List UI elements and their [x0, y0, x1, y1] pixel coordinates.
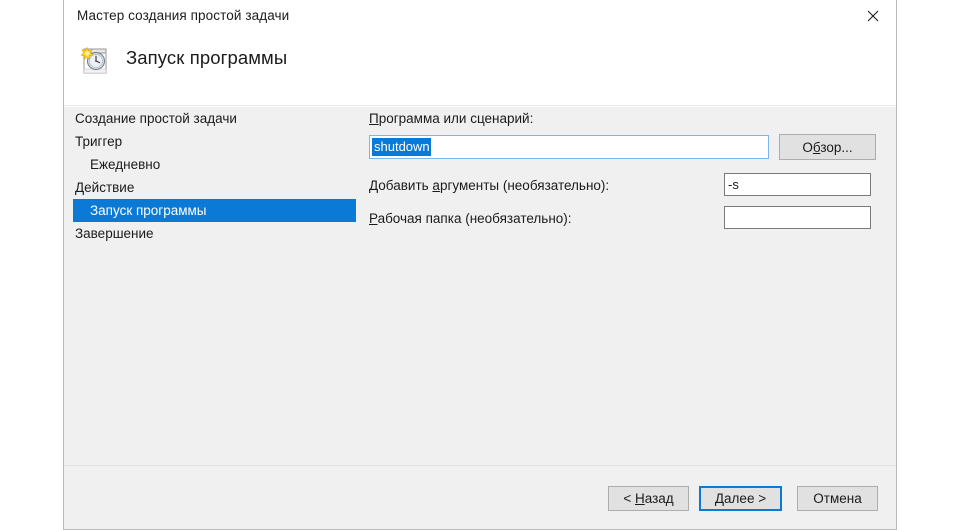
arguments-label-pre: Добавить: [369, 178, 433, 193]
next-button[interactable]: Далее >: [699, 486, 782, 511]
scheduled-task-icon: [75, 41, 115, 81]
workdir-label-text: абочая папка (необязательно):: [377, 211, 572, 226]
arguments-label-accelerator: а: [432, 178, 440, 193]
program-label-text: рограмма или сценарий:: [378, 111, 534, 126]
close-icon[interactable]: [850, 0, 896, 31]
sidebar-item-create-task[interactable]: Создание простой задачи: [64, 107, 364, 130]
sidebar-item-start-program[interactable]: Запуск программы: [73, 199, 356, 222]
browse-label-post: зор...: [820, 139, 853, 155]
workdir-label-accelerator: Р: [369, 211, 378, 226]
arguments-input[interactable]: [724, 173, 871, 196]
header-divider: [64, 105, 896, 106]
back-label-post: азад: [644, 491, 674, 506]
title-bar: Мастер создания простой задачи: [64, 0, 896, 34]
task-wizard-dialog: Мастер создания простой задачи Запуск пр…: [63, 0, 897, 530]
wizard-steps: Создание простой задачи Триггер Ежедневн…: [64, 107, 364, 245]
program-input[interactable]: shutdown: [369, 135, 769, 159]
workdir-input[interactable]: [724, 206, 871, 229]
program-label-accelerator: П: [369, 111, 379, 126]
arguments-label-post: ргументы (необязательно):: [439, 178, 610, 193]
sidebar-item-daily[interactable]: Ежедневно: [64, 153, 364, 176]
back-label-pre: <: [623, 491, 635, 506]
arguments-label: Добавить аргументы (необязательно):: [369, 178, 609, 193]
dialog-footer: < Назад Далее > Отмена: [64, 465, 896, 529]
browse-label-pre: О: [802, 139, 813, 155]
next-label-accelerator: Д: [714, 491, 725, 506]
back-button[interactable]: < Назад: [608, 486, 689, 511]
page-title: Запуск программы: [126, 47, 288, 68]
cancel-button[interactable]: Отмена: [797, 486, 878, 511]
dialog-header: Запуск программы: [64, 34, 896, 107]
program-input-value: shutdown: [372, 138, 431, 156]
sidebar-item-action[interactable]: Действие: [64, 176, 364, 199]
next-label-post: алее >: [724, 491, 767, 506]
window-title: Мастер создания простой задачи: [77, 8, 290, 23]
program-label: Программа или сценарий:: [369, 111, 533, 126]
browse-button[interactable]: Обзор...: [779, 134, 876, 160]
sidebar-item-trigger[interactable]: Триггер: [64, 130, 364, 153]
workdir-label: Рабочая папка (необязательно):: [369, 211, 572, 226]
back-label-accelerator: Н: [634, 491, 645, 506]
sidebar-item-finish[interactable]: Завершение: [64, 222, 364, 245]
